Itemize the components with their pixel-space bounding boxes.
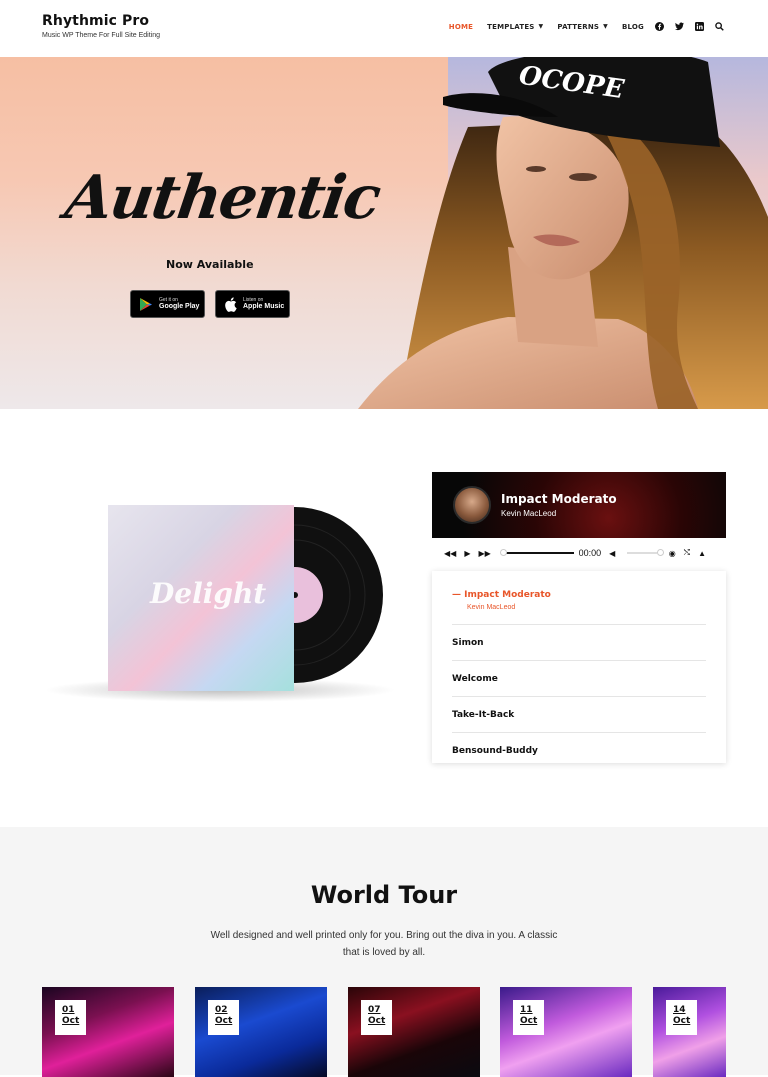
- shuffle-icon[interactable]: ⤭: [684, 548, 690, 558]
- volume-handle[interactable]: [657, 549, 665, 556]
- playlist-item-artist: Kevin MacLeod: [467, 604, 516, 611]
- collapse-icon[interactable]: ▲: [698, 549, 706, 558]
- playlist-item-title: Impact Moderato: [464, 590, 551, 600]
- apple-icon: [225, 296, 237, 312]
- hero-subtitle: Now Available: [166, 258, 254, 271]
- facebook-icon[interactable]: [655, 22, 664, 31]
- tour-event-card[interactable]: 01 Oct: [42, 987, 174, 1077]
- world-tour-section: World Tour Well designed and well printe…: [0, 827, 768, 1077]
- section-description: Well designed and well printed only for …: [210, 930, 558, 958]
- progress-bar[interactable]: [499, 549, 574, 556]
- chevron-down-icon: ▼: [538, 23, 544, 30]
- playlist-item[interactable]: Welcome: [452, 661, 706, 697]
- current-time: 00:00: [578, 548, 602, 558]
- event-date: 11 Oct: [513, 1000, 544, 1035]
- event-day: 02: [215, 1005, 228, 1015]
- current-song-title: Impact Moderato: [501, 492, 617, 506]
- twitter-icon[interactable]: [675, 22, 684, 31]
- event-day: 07: [368, 1005, 381, 1015]
- album-cover-text: Delight: [149, 577, 266, 610]
- play-icon[interactable]: ▶: [464, 549, 470, 558]
- nav-patterns[interactable]: PATTERNS ▼: [557, 23, 608, 31]
- nav-patterns-label: PATTERNS: [557, 22, 600, 31]
- playlist-item[interactable]: Take-It-Back: [452, 697, 706, 733]
- audio-player: Impact Moderato Kevin MacLeod ◀◀ ▶ ▶▶ 00…: [432, 472, 726, 763]
- next-icon[interactable]: ▶▶: [478, 549, 490, 558]
- linkedin-icon[interactable]: [695, 22, 704, 31]
- album-cover-image: Delight: [45, 505, 395, 702]
- tour-event-card[interactable]: 11 Oct: [500, 987, 632, 1077]
- hero-title: Authentic: [61, 163, 384, 233]
- apple-music-button[interactable]: Listen on Apple Music: [215, 290, 290, 318]
- previous-icon[interactable]: ◀◀: [444, 549, 456, 558]
- nav-templates-label: TEMPLATES: [487, 22, 535, 31]
- google-play-icon: [140, 297, 152, 311]
- current-song-artist: Kevin MacLeod: [501, 509, 557, 518]
- site-tagline: Music WP Theme For Full Site Editing: [42, 32, 161, 39]
- volume-icon[interactable]: ◀: [609, 549, 615, 558]
- site-title[interactable]: Rhythmic Pro: [42, 13, 160, 29]
- playlist-item[interactable]: Bensound-Buddy: [452, 733, 706, 769]
- google-play-button[interactable]: Get it on Google Play: [130, 290, 205, 318]
- section-title: World Tour: [310, 881, 458, 909]
- chevron-down-icon: ▼: [603, 23, 608, 30]
- artist-avatar: [453, 486, 491, 524]
- event-month: Oct: [368, 1016, 386, 1026]
- brand[interactable]: Rhythmic Pro Music WP Theme For Full Sit…: [42, 13, 160, 39]
- event-day: 01: [62, 1005, 75, 1015]
- event-month: Oct: [215, 1016, 233, 1026]
- event-date: 14 Oct: [666, 1000, 697, 1035]
- nav-blog[interactable]: BLOG: [622, 23, 644, 31]
- google-play-label: Google Play: [159, 302, 200, 310]
- event-month: Oct: [673, 1016, 691, 1026]
- player-header: Impact Moderato Kevin MacLeod: [432, 472, 726, 538]
- event-date: 07 Oct: [361, 1000, 392, 1035]
- tour-event-card[interactable]: 07 Oct: [348, 987, 480, 1077]
- nav-home[interactable]: HOME: [449, 23, 473, 31]
- event-month: Oct: [62, 1016, 80, 1026]
- play-circle-icon[interactable]: ◉: [669, 549, 676, 558]
- playlist-item[interactable]: — Impact Moderato Kevin MacLeod: [452, 577, 706, 625]
- playlist-item[interactable]: Simon: [452, 625, 706, 661]
- event-date: 01 Oct: [55, 1000, 86, 1035]
- tour-event-card[interactable]: 14 Oct: [653, 987, 726, 1077]
- search-icon[interactable]: [715, 22, 724, 31]
- hero-banner: OCOPE Authentic Now Available Get it on …: [0, 57, 768, 409]
- event-month: Oct: [520, 1016, 538, 1026]
- main-nav: HOME TEMPLATES ▼ PATTERNS ▼ BLOG: [435, 22, 724, 31]
- event-day: 14: [673, 1005, 686, 1015]
- hero-portrait-image: OCOPE: [358, 57, 768, 409]
- volume-slider[interactable]: [627, 549, 665, 556]
- event-date: 02 Oct: [208, 1000, 239, 1035]
- apple-music-label: Apple Music: [243, 302, 285, 310]
- playlist: — Impact Moderato Kevin MacLeod Simon We…: [432, 571, 726, 763]
- nav-templates[interactable]: TEMPLATES ▼: [487, 23, 543, 31]
- player-controls: ◀◀ ▶ ▶▶ 00:00 ◀ ◉ ⤭ ▲: [432, 538, 726, 568]
- site-header: Rhythmic Pro Music WP Theme For Full Sit…: [0, 0, 768, 57]
- progress-handle[interactable]: [499, 549, 507, 556]
- event-day: 11: [520, 1005, 533, 1015]
- tour-event-card[interactable]: 02 Oct: [195, 987, 327, 1077]
